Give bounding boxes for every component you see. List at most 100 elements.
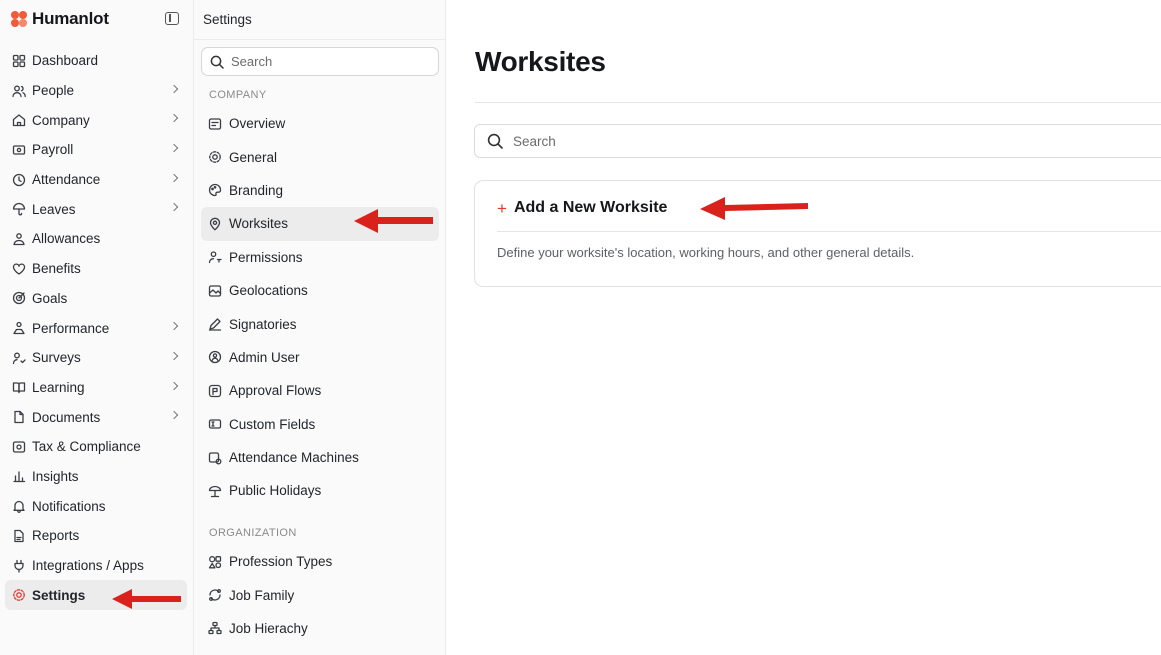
add-worksite-card: + Add a New Worksite Define your worksit… bbox=[474, 180, 1161, 287]
chevron-right-icon[interactable] bbox=[169, 411, 179, 420]
settings-item-label: Branding bbox=[229, 182, 284, 198]
nav-item-surveys[interactable]: Surveys bbox=[5, 343, 187, 373]
page-title: Worksites bbox=[475, 46, 606, 77]
settings-item-job-family[interactable]: Job Family bbox=[201, 578, 439, 611]
settings-item-label: Profession Types bbox=[229, 554, 333, 570]
nav-item-company[interactable]: Company bbox=[5, 105, 187, 135]
nav-item-goals[interactable]: Goals bbox=[5, 284, 187, 314]
organization-settings-list: Profession Types Job Family Job Hierachy bbox=[201, 545, 439, 645]
nav-item-label: Settings bbox=[32, 587, 86, 603]
nav-item-integrations-apps[interactable]: Integrations / Apps bbox=[5, 551, 187, 581]
nav-item-performance[interactable]: Performance bbox=[5, 313, 187, 343]
nav-item-label: Company bbox=[32, 112, 90, 128]
nav-item-label: Notifications bbox=[32, 498, 106, 514]
nav-item-tax-compliance[interactable]: Tax & Compliance bbox=[5, 432, 187, 462]
chevron-right-icon[interactable] bbox=[169, 203, 179, 212]
annotation-arrow-add-worksite bbox=[700, 197, 808, 220]
nav-item-attendance[interactable]: Attendance bbox=[5, 165, 187, 195]
nav-item-label: Leaves bbox=[32, 201, 76, 217]
survey-icon bbox=[12, 351, 26, 365]
title-divider bbox=[475, 102, 1161, 103]
nav-item-dashboard[interactable]: Dashboard bbox=[5, 46, 187, 76]
nav-item-label: Insights bbox=[32, 468, 79, 484]
brand-logo-icon bbox=[11, 11, 27, 27]
settings-item-profession-types[interactable]: Profession Types bbox=[201, 545, 439, 578]
nav-item-notifications[interactable]: Notifications bbox=[5, 491, 187, 521]
worksite-search-input[interactable] bbox=[513, 133, 1113, 149]
nav-item-people[interactable]: People bbox=[5, 76, 187, 106]
tax-icon bbox=[12, 440, 26, 454]
nav-item-reports[interactable]: Reports bbox=[5, 521, 187, 551]
nav-item-leaves[interactable]: Leaves bbox=[5, 194, 187, 224]
settings-item-custom-fields[interactable]: Custom Fields bbox=[201, 408, 439, 441]
nav-list: Dashboard People Company Payroll Attendance L… bbox=[5, 46, 187, 611]
settings-item-branding[interactable]: Branding bbox=[201, 174, 439, 207]
brand-name: Humanlot bbox=[32, 9, 109, 28]
add-worksite-button[interactable]: + Add a New Worksite bbox=[497, 199, 667, 217]
chevron-right-icon[interactable] bbox=[169, 84, 179, 93]
report-icon bbox=[12, 529, 26, 543]
nav-item-label: Surveys bbox=[32, 350, 81, 366]
section-label-company: COMPANY bbox=[209, 89, 267, 101]
holiday-icon bbox=[208, 484, 222, 498]
people-icon bbox=[12, 84, 26, 98]
settings-search[interactable] bbox=[201, 47, 439, 76]
worksite-search[interactable] bbox=[474, 124, 1161, 158]
chevron-right-icon[interactable] bbox=[169, 381, 179, 390]
settings-item-label: Custom Fields bbox=[229, 416, 316, 432]
settings-item-admin-user[interactable]: Admin User bbox=[201, 341, 439, 374]
document-icon bbox=[12, 410, 26, 424]
chevron-right-icon[interactable] bbox=[169, 173, 179, 182]
sidebar-collapse-icon[interactable] bbox=[165, 12, 179, 25]
target-icon bbox=[12, 291, 26, 305]
user-key-icon bbox=[208, 250, 222, 264]
settings-title: Settings bbox=[194, 0, 445, 40]
nav-item-label: Reports bbox=[32, 528, 80, 544]
settings-item-label: Signatories bbox=[229, 316, 297, 332]
settings-item-approval-flows[interactable]: Approval Flows bbox=[201, 374, 439, 407]
settings-item-label: Permissions bbox=[229, 249, 303, 265]
nav-item-benefits[interactable]: Benefits bbox=[5, 254, 187, 284]
main-content: Worksites + Add a New Worksite Define yo… bbox=[446, 0, 1161, 655]
settings-item-signatories[interactable]: Signatories bbox=[201, 307, 439, 340]
chevron-right-icon[interactable] bbox=[169, 351, 179, 361]
company-icon bbox=[12, 113, 26, 127]
nav-item-documents[interactable]: Documents bbox=[5, 402, 187, 432]
settings-sidebar: Settings COMPANY Overview General Branding… bbox=[194, 0, 446, 655]
primary-sidebar: Humanlot Dashboard People Company Payroll At… bbox=[0, 0, 194, 655]
settings-item-label: General bbox=[229, 149, 278, 165]
heart-icon bbox=[12, 262, 26, 276]
family-icon bbox=[208, 588, 222, 602]
settings-item-permissions[interactable]: Permissions bbox=[201, 241, 439, 274]
hierarchy-icon bbox=[208, 621, 222, 635]
nav-item-label: Allowances bbox=[32, 231, 101, 247]
nav-item-label: People bbox=[32, 83, 75, 99]
settings-search-input[interactable] bbox=[231, 54, 421, 69]
chevron-right-icon[interactable] bbox=[169, 143, 179, 153]
performance-icon bbox=[12, 321, 26, 335]
settings-item-geolocations[interactable]: Geolocations bbox=[201, 274, 439, 307]
palette-icon bbox=[208, 183, 222, 197]
settings-item-job-hierachy[interactable]: Job Hierachy bbox=[201, 612, 439, 645]
settings-item-label: Attendance Machines bbox=[229, 450, 359, 466]
nav-item-label: Dashboard bbox=[32, 53, 99, 69]
nav-item-payroll[interactable]: Payroll bbox=[5, 135, 187, 165]
flow-icon bbox=[208, 384, 222, 398]
nav-item-insights[interactable]: Insights bbox=[5, 462, 187, 492]
nav-item-label: Benefits bbox=[32, 261, 81, 277]
settings-item-overview[interactable]: Overview bbox=[201, 107, 439, 140]
allowance-icon bbox=[12, 232, 26, 246]
settings-item-public-holidays[interactable]: Public Holidays bbox=[201, 474, 439, 507]
nav-item-allowances[interactable]: Allowances bbox=[5, 224, 187, 254]
plug-icon bbox=[12, 559, 26, 573]
settings-item-general[interactable]: General bbox=[201, 140, 439, 173]
chevron-right-icon[interactable] bbox=[169, 114, 179, 123]
settings-item-label: Approval Flows bbox=[229, 383, 322, 399]
add-worksite-description: Define your worksite's location, working… bbox=[497, 245, 915, 260]
nav-item-learning[interactable]: Learning bbox=[5, 373, 187, 403]
chevron-right-icon[interactable] bbox=[169, 321, 179, 331]
nav-item-label: Goals bbox=[32, 290, 68, 306]
payroll-icon bbox=[12, 143, 26, 157]
umbrella-icon bbox=[12, 202, 26, 216]
settings-item-attendance-machines[interactable]: Attendance Machines bbox=[201, 441, 439, 474]
